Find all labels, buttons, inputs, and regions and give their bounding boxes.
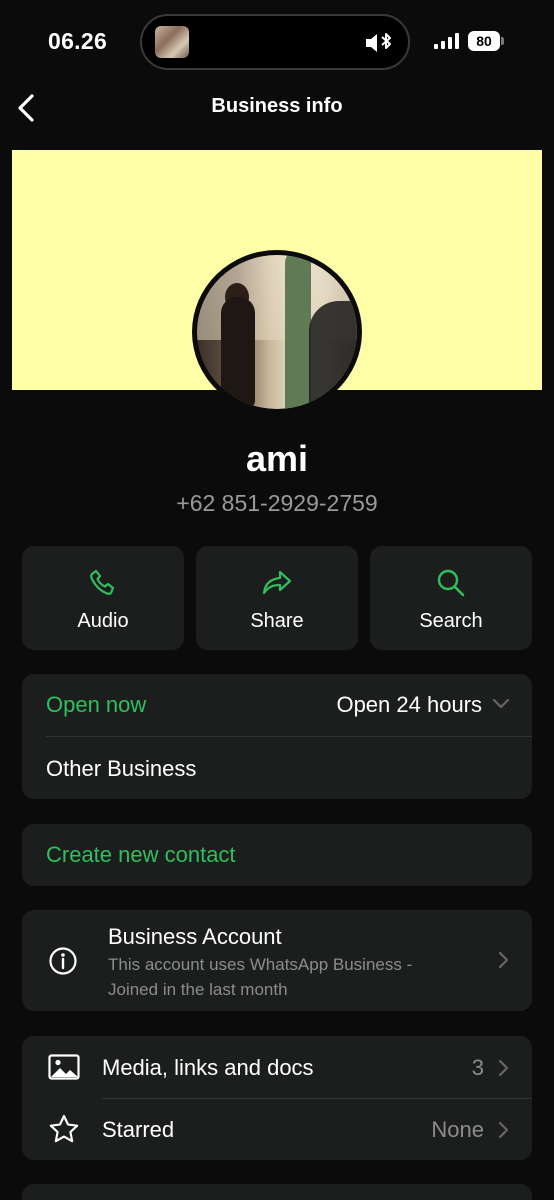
hours-value: Open 24 hours: [336, 692, 482, 717]
media-label: Media, links and docs: [102, 1055, 314, 1080]
chevron-right-icon: [498, 1059, 509, 1077]
page-title: Business info: [211, 95, 343, 117]
action-buttons: Audio Share Search: [22, 546, 532, 650]
speaker-bluetooth-icon: [366, 33, 391, 52]
image-icon: [48, 1054, 80, 1080]
business-category: Other Business: [46, 756, 197, 781]
avatar-photo: [197, 255, 357, 409]
audio-label: Audio: [77, 610, 129, 632]
dynamic-island[interactable]: [140, 14, 410, 70]
nav-header: Business info: [0, 84, 554, 130]
audio-call-button[interactable]: Audio: [22, 546, 184, 650]
hours-row[interactable]: Open now Open 24 hours: [22, 674, 532, 736]
chevron-down-icon: [492, 698, 510, 709]
share-label: Share: [250, 610, 304, 632]
star-icon: [49, 1114, 79, 1143]
share-arrow-icon: [262, 570, 292, 595]
create-contact-label: Create new contact: [46, 842, 236, 867]
category-row: Other Business: [22, 737, 532, 799]
signal-icon: [434, 33, 459, 49]
info-icon: [49, 947, 77, 975]
starred-row[interactable]: Starred None: [22, 1099, 532, 1160]
status-bar: 06.26 80: [0, 0, 554, 80]
search-button[interactable]: Search: [370, 546, 532, 650]
business-account-card[interactable]: Business Account This account uses Whats…: [22, 910, 532, 1011]
business-hours-card: Open now Open 24 hours Other Business: [22, 674, 532, 799]
share-button[interactable]: Share: [196, 546, 358, 650]
business-account-title: Business Account: [108, 924, 282, 949]
battery-level: 80: [468, 31, 500, 51]
create-contact-card[interactable]: Create new contact: [22, 824, 532, 886]
phone-icon: [90, 569, 115, 595]
search-label: Search: [419, 610, 483, 632]
media-count: 3: [471, 1055, 484, 1080]
business-account-desc-line1: This account uses WhatsApp Business -: [108, 955, 413, 974]
profile-phone: +62 851-2929-2759: [176, 490, 378, 516]
next-card: [22, 1184, 532, 1200]
open-status: Open now: [46, 692, 147, 717]
now-playing-thumbnail: [155, 26, 189, 58]
status-time: 06.26: [48, 28, 108, 54]
starred-value: None: [431, 1117, 484, 1142]
profile-name: ami: [245, 438, 309, 479]
business-account-desc-line2: Joined in the last month: [108, 980, 288, 999]
search-icon: [437, 569, 465, 597]
chevron-right-icon: [498, 1121, 509, 1139]
starred-label: Starred: [102, 1117, 175, 1142]
avatar[interactable]: [192, 250, 362, 414]
battery-icon: 80: [468, 31, 504, 51]
media-row[interactable]: Media, links and docs 3: [22, 1036, 532, 1098]
chevron-right-icon: [498, 951, 509, 969]
media-starred-card: Media, links and docs 3 Starred None: [22, 1036, 532, 1160]
